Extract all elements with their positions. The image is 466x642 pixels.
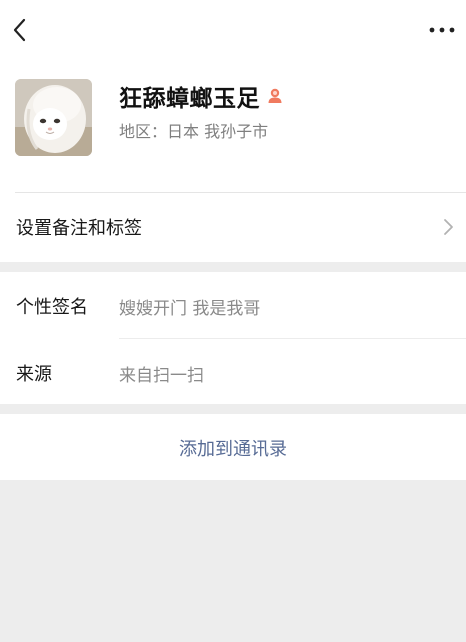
- source-value: 来自扫一扫: [119, 366, 204, 386]
- region-text: 地区：日本 我孙子市: [119, 122, 269, 141]
- source-row: 来源 来自扫一扫: [0, 339, 466, 405]
- set-remark-and-tags-row[interactable]: 设置备注和标签: [0, 193, 466, 261]
- source-label: 来源: [16, 364, 52, 385]
- add-to-contacts-button[interactable]: 添加到通讯录: [0, 414, 466, 480]
- contact-profile-page: 狂舔蟑螂玉足 地区：日本 我孙子市 设置备注和标签 个性签名 嫂嫂开门 我是我哥…: [0, 0, 466, 642]
- cat-avatar-image: [15, 79, 92, 156]
- contact-name: 狂舔蟑螂玉足: [119, 86, 260, 112]
- female-icon: [266, 87, 284, 105]
- info-section: 个性签名 嫂嫂开门 我是我哥 来源 来自扫一扫: [0, 272, 466, 404]
- signature-row: 个性签名 嫂嫂开门 我是我哥: [0, 272, 466, 338]
- back-button[interactable]: [9, 16, 31, 44]
- set-remark-label: 设置备注和标签: [16, 218, 142, 239]
- signature-value: 嫂嫂开门 我是我哥: [119, 299, 261, 319]
- more-dots-icon: [429, 27, 455, 33]
- name-row: 狂舔蟑螂玉足: [119, 80, 284, 112]
- add-to-contacts-label: 添加到通讯录: [179, 439, 287, 460]
- signature-label: 个性签名: [16, 297, 88, 318]
- chevron-left-icon: [13, 18, 26, 42]
- avatar[interactable]: [15, 79, 92, 156]
- chevron-right-icon: [444, 219, 453, 235]
- more-button[interactable]: [428, 22, 456, 36]
